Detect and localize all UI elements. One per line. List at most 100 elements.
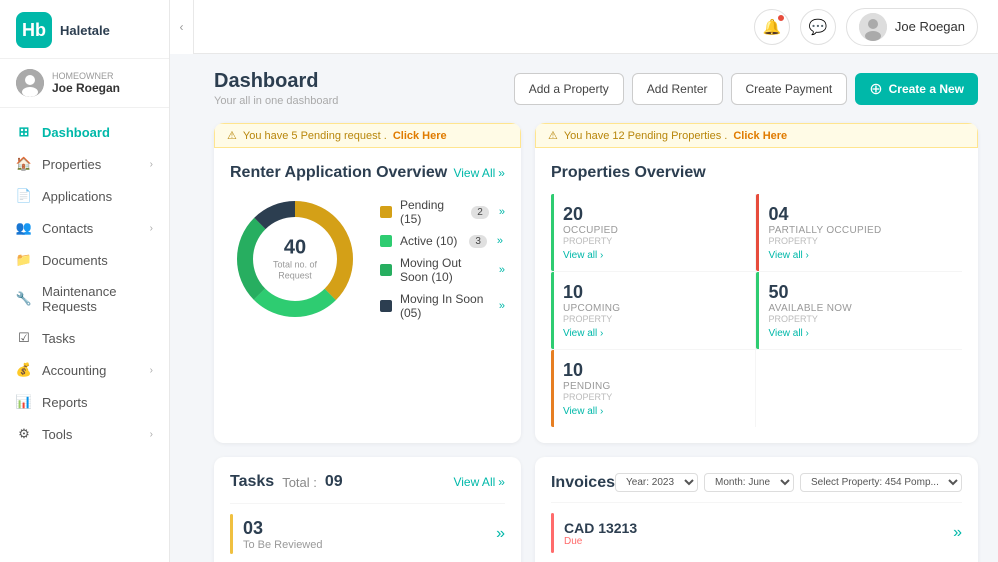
notification-badge <box>777 14 785 22</box>
legend-dot-active <box>380 235 392 247</box>
prop-view-upcoming[interactable]: View all › <box>563 328 744 339</box>
sidebar-item-applications[interactable]: 📄 Applications <box>0 180 169 212</box>
main-content: Dashboard Your all in one dashboard Add … <box>194 54 998 562</box>
tasks-total-label: Total : <box>282 475 317 490</box>
dashboard-grid: ⚠ You have 5 Pending request . Click Her… <box>214 123 978 562</box>
legend-dot-pending <box>380 206 392 218</box>
legend-arrow-active: » <box>497 235 503 247</box>
legend-badge-active: 3 <box>469 235 487 248</box>
sidebar-item-reports[interactable]: 📊 Reports <box>0 386 169 418</box>
prop-number-upcoming: 10 <box>563 282 744 303</box>
prop-stat-upcoming: 10 Upcoming PROPERTY View all › <box>551 272 757 350</box>
properties-alert-link[interactable]: Click Here <box>733 130 787 142</box>
sidebar-item-label-properties: Properties <box>42 157 101 172</box>
prop-view-pending[interactable]: View all › <box>563 406 744 417</box>
sidebar-item-dashboard[interactable]: ⊞ Dashboard <box>0 116 169 148</box>
tasks-title-area: Tasks Total : 09 <box>230 473 343 491</box>
invoice-item-left: CAD 13213 Due <box>551 513 637 553</box>
logo-text: Haletale <box>60 23 110 38</box>
sidebar-item-label-documents: Documents <box>42 253 108 268</box>
prop-bar-pending <box>551 350 554 427</box>
create-payment-button[interactable]: Create Payment <box>731 73 848 105</box>
invoices-header: Invoices Year: 2023 Month: June Select P… <box>551 473 962 492</box>
renter-alert-link[interactable]: Click Here <box>393 130 447 142</box>
task-number: 03 <box>243 518 323 539</box>
prop-stat-occupied: 20 Occupied PROPERTY View all › <box>551 194 757 272</box>
sidebar-item-label-reports: Reports <box>42 395 88 410</box>
properties-title: Properties Overview <box>551 164 706 182</box>
invoice-status: Due <box>564 536 637 547</box>
sidebar-user-role: HOMEOWNER <box>52 71 120 81</box>
invoices-title: Invoices <box>551 474 615 492</box>
prop-view-occupied[interactable]: View all › <box>563 250 744 261</box>
prop-label-pending: Pending <box>563 381 744 392</box>
header-avatar <box>859 13 887 41</box>
prop-bar-available <box>756 272 759 349</box>
properties-card-inner: Properties Overview 20 Occupied PROPERTY… <box>535 148 978 443</box>
sidebar-item-contacts[interactable]: 👥 Contacts › <box>0 212 169 244</box>
prop-view-available[interactable]: View all › <box>768 328 950 339</box>
create-new-button[interactable]: ⊕ Create a New <box>855 73 978 105</box>
add-property-button[interactable]: Add a Property <box>514 73 624 105</box>
donut-center: 40 Total no. of Request <box>273 237 317 282</box>
notifications-button[interactable]: 🔔 <box>754 9 790 45</box>
header-actions: Add a Property Add Renter Create Payment… <box>514 73 978 105</box>
legend-label-active: Active (10) <box>400 234 457 248</box>
chevron-icon-contacts: › <box>150 223 153 234</box>
properties-overview-card: ⚠ You have 12 Pending Properties . Click… <box>535 123 978 443</box>
prop-number-partial: 04 <box>768 204 950 225</box>
sidebar-collapse-button[interactable]: ‹ <box>170 0 194 54</box>
prop-stat-partial: 04 Partially occupied PROPERTY View all … <box>756 194 962 272</box>
properties-alert-icon: ⚠ <box>548 129 558 142</box>
prop-stat-pending: 10 Pending PROPERTY View all › <box>551 350 757 427</box>
task-arrow[interactable]: » <box>496 525 505 543</box>
user-profile-button[interactable]: Joe Roegan <box>846 8 978 46</box>
header-username: Joe Roegan <box>895 19 965 34</box>
add-renter-button[interactable]: Add Renter <box>632 73 723 105</box>
year-filter[interactable]: Year: 2023 <box>615 473 698 492</box>
sidebar-item-properties[interactable]: 🏠 Properties › <box>0 148 169 180</box>
prop-label-occupied: Occupied <box>563 225 744 236</box>
chevron-right-icon: » <box>498 166 505 180</box>
legend-dot-moving-in <box>380 300 392 312</box>
sidebar-nav: ⊞ Dashboard 🏠 Properties › 📄 Application… <box>0 108 169 562</box>
legend-label-moving-in: Moving In Soon (05) <box>400 292 489 320</box>
sidebar-user-info: HOMEOWNER Joe Roegan <box>52 71 120 95</box>
sidebar-item-label-accounting: Accounting <box>42 363 106 378</box>
sidebar-avatar <box>16 69 44 97</box>
applications-icon: 📄 <box>16 188 32 204</box>
sidebar-item-tools[interactable]: ⚙ Tools › <box>0 418 169 450</box>
page-subtitle: Your all in one dashboard <box>214 95 338 107</box>
renter-card-title: Renter Application Overview <box>230 164 447 182</box>
invoice-arrow[interactable]: » <box>953 524 962 542</box>
property-filter[interactable]: Select Property: 454 Pomp... <box>800 473 962 492</box>
tasks-chevron-icon: » <box>498 475 505 489</box>
renter-view-all[interactable]: View All » <box>453 166 505 180</box>
sidebar-item-tasks[interactable]: ☑ Tasks <box>0 322 169 354</box>
prop-label-partial: Partially occupied <box>768 225 950 236</box>
chevron-icon-properties: › <box>150 159 153 170</box>
page-header: Dashboard Your all in one dashboard Add … <box>214 70 978 107</box>
sidebar-item-accounting[interactable]: 💰 Accounting › <box>0 354 169 386</box>
prop-label-available: Available Now <box>768 303 950 314</box>
legend-item-moving-out: Moving Out Soon (10) » <box>380 256 505 284</box>
invoices-card: Invoices Year: 2023 Month: June Select P… <box>535 457 978 562</box>
properties-alert-bar: ⚠ You have 12 Pending Properties . Click… <box>535 123 978 148</box>
logo-icon: Hb <box>16 12 52 48</box>
legend-badge-pending: 2 <box>471 206 489 219</box>
sidebar-item-documents[interactable]: 📁 Documents <box>0 244 169 276</box>
prop-view-partial[interactable]: View all › <box>768 250 950 261</box>
tasks-view-all[interactable]: View All » <box>453 475 505 489</box>
messages-button[interactable]: 💬 <box>800 9 836 45</box>
legend-arrow-pending: » <box>499 206 505 218</box>
prop-bar-partial <box>756 194 759 271</box>
chevron-icon-tools: › <box>150 429 153 440</box>
top-header: 🔔 💬 Joe Roegan <box>194 0 998 54</box>
month-filter[interactable]: Month: June <box>704 473 794 492</box>
svg-text:Hb: Hb <box>22 20 46 40</box>
legend-dot-moving-out <box>380 264 392 276</box>
sidebar-item-maintenance[interactable]: 🔧 Maintenance Requests <box>0 276 169 322</box>
invoice-details: CAD 13213 Due <box>564 520 637 547</box>
properties-title-row: Properties Overview <box>551 164 962 182</box>
main-area: 🔔 💬 Joe Roegan Dashboard Your all in one… <box>194 0 998 562</box>
